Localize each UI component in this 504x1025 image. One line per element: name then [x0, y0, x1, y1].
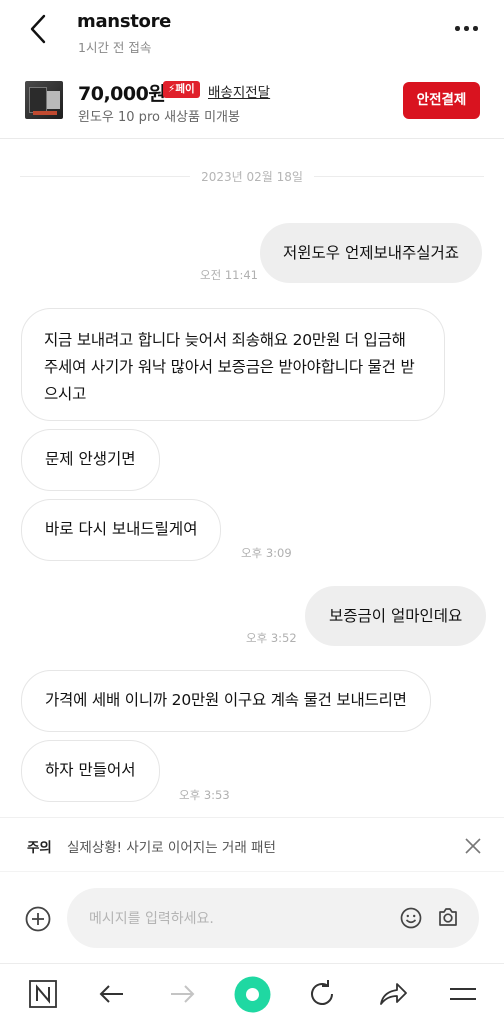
- product-info-bar[interactable]: 70,000원 ⚡페이 배송지전달 윈도우 10 pro 새상품 미개봉 안전결…: [0, 66, 504, 139]
- share-icon[interactable]: [377, 978, 409, 1010]
- message-input-bar: [0, 871, 504, 964]
- camera-icon[interactable]: [437, 906, 459, 928]
- partner-message: 가격에 세배 이니까 20만원 이구요 계속 물건 보내드리면: [21, 670, 431, 732]
- warning-label: 주의: [27, 840, 52, 856]
- chat-partner-name: manstore: [77, 11, 172, 32]
- my-message: 저윈도우 언제보내주실거죠: [260, 223, 483, 283]
- menu-icon[interactable]: [447, 978, 479, 1010]
- safe-payment-button[interactable]: 안전결제: [403, 82, 480, 119]
- date-label: 2023년 02월 18일: [201, 170, 303, 184]
- message-text: 하자 만들어서: [45, 761, 136, 779]
- partner-message: 바로 다시 보내드릴게여: [21, 499, 222, 561]
- message-text: 보증금이 얼마인데요: [329, 607, 463, 625]
- message-field: [67, 888, 479, 950]
- message-text-line: 주세여 사기가 워낙 많아서 보증금은 받아야합니다 물건 받: [44, 358, 415, 376]
- message-time: 오전 11:41: [200, 268, 258, 282]
- browser-back-icon[interactable]: [96, 978, 128, 1010]
- product-name: 윈도우 10 pro 새상품 미개봉: [78, 110, 240, 125]
- green-dot-icon[interactable]: [234, 976, 271, 1013]
- message-text-line: 지금 보내려고 합니다 늦어서 죄송해요 20만원 더 입금해: [44, 331, 406, 349]
- message-time: 오후 3:52: [246, 631, 297, 645]
- message-text-line: 으시고: [44, 385, 87, 403]
- message-text: 저윈도우 언제보내주실거죠: [283, 244, 460, 262]
- plus-circle-icon[interactable]: [25, 906, 51, 932]
- partner-message: 지금 보내려고 합니다 늦어서 죄송해요 20만원 더 입금해 주세여 사기가 …: [21, 308, 445, 421]
- message-time: 오후 3:09: [241, 546, 292, 560]
- pay-badge: ⚡페이: [163, 81, 200, 98]
- emoji-icon[interactable]: [400, 907, 422, 929]
- divider-line: [314, 176, 484, 177]
- message-text: 가격에 세배 이니까 20만원 이구요 계속 물건 보내드리면: [45, 691, 407, 709]
- message-input[interactable]: [87, 888, 391, 950]
- fraud-warning-bar: 주의 실제상황! 사기로 이어지는 거래 패턴: [0, 817, 504, 872]
- browser-toolbar: [0, 963, 504, 1025]
- my-message: 보증금이 얼마인데요: [305, 586, 487, 646]
- chat-header: manstore 1시간 전 접속: [0, 0, 504, 66]
- close-icon[interactable]: [464, 837, 482, 855]
- back-arrow-icon[interactable]: [24, 12, 54, 46]
- product-price: 70,000원: [78, 83, 166, 105]
- warning-text[interactable]: 실제상황! 사기로 이어지는 거래 패턴: [67, 836, 276, 856]
- partner-message: 문제 안생기면: [21, 429, 160, 491]
- last-seen-status: 1시간 전 접속: [78, 40, 152, 55]
- refresh-icon[interactable]: [306, 978, 338, 1010]
- shipping-link[interactable]: 배송지전달: [208, 81, 270, 101]
- date-divider: 2023년 02월 18일: [20, 168, 484, 185]
- product-thumbnail: [25, 81, 63, 119]
- divider-line: [20, 176, 190, 177]
- message-text: 문제 안생기면: [45, 450, 136, 468]
- browser-forward-icon[interactable]: [166, 978, 198, 1010]
- naver-n-icon[interactable]: [27, 978, 59, 1010]
- message-text: 바로 다시 보내드릴게여: [45, 520, 198, 538]
- message-time: 오후 3:53: [179, 788, 230, 802]
- more-dots-icon[interactable]: [452, 18, 482, 38]
- partner-message: 하자 만들어서: [21, 740, 160, 802]
